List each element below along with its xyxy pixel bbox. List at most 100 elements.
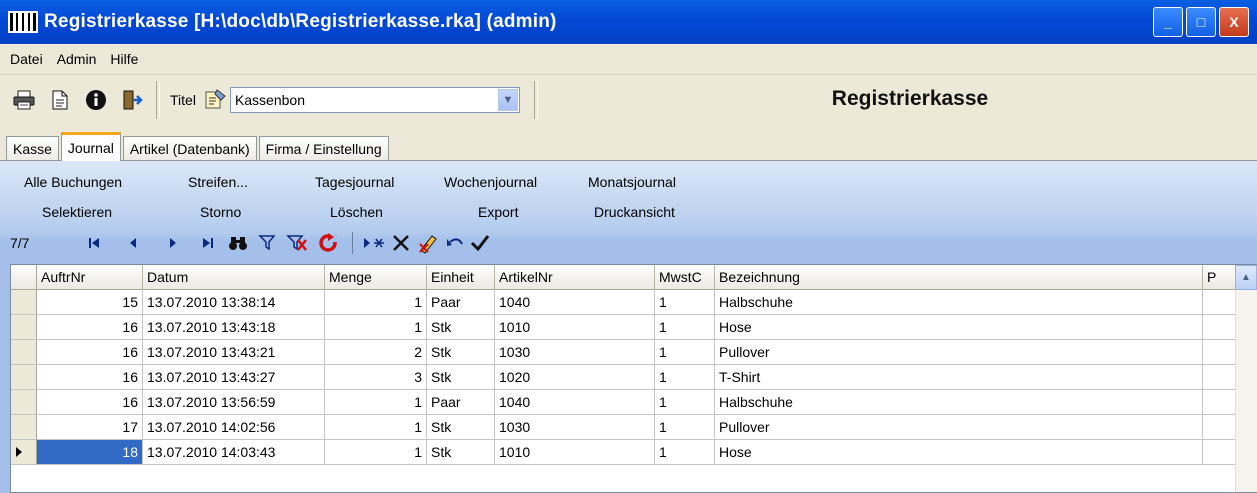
cell-menge[interactable]: 1	[325, 315, 427, 340]
cell-auftrnr[interactable]: 17	[37, 415, 143, 440]
minimize-button[interactable]: _	[1153, 7, 1183, 37]
cmd-tagesjournal[interactable]: Tagesjournal	[315, 174, 394, 190]
info-icon[interactable]	[84, 88, 108, 112]
close-button[interactable]: X	[1219, 7, 1249, 37]
vertical-scrollbar[interactable]	[1235, 290, 1257, 492]
menu-datei[interactable]: Datei	[0, 51, 50, 67]
filter-clear-icon[interactable]	[286, 233, 308, 253]
col-auftrnr[interactable]: AuftrNr	[37, 265, 143, 290]
cell-auftrnr[interactable]: 16	[37, 340, 143, 365]
cell-menge[interactable]: 2	[325, 340, 427, 365]
col-artikelnr[interactable]: ArtikelNr	[495, 265, 655, 290]
cell-mwstc[interactable]: 1	[655, 315, 715, 340]
cell-datum[interactable]: 13.07.2010 13:56:59	[143, 390, 325, 415]
cmd-export[interactable]: Export	[478, 204, 518, 220]
menu-admin[interactable]: Admin	[50, 51, 104, 67]
cell-menge[interactable]: 1	[325, 290, 427, 315]
delete-record-icon[interactable]	[392, 233, 410, 253]
row-selector[interactable]	[11, 340, 37, 365]
cell-einheit[interactable]: Paar	[427, 290, 495, 315]
col-bezeichnung[interactable]: Bezeichnung	[715, 265, 1203, 290]
cell-menge[interactable]: 1	[325, 415, 427, 440]
row-selector[interactable]	[11, 440, 37, 465]
row-selector[interactable]	[11, 390, 37, 415]
cell-datum[interactable]: 13.07.2010 13:43:27	[143, 365, 325, 390]
cmd-alle-buchungen[interactable]: Alle Buchungen	[24, 174, 122, 190]
row-selector[interactable]	[11, 365, 37, 390]
filter-icon[interactable]	[258, 233, 278, 253]
cell-datum[interactable]: 13.07.2010 13:38:14	[143, 290, 325, 315]
cell-menge[interactable]: 3	[325, 365, 427, 390]
cell-bezeichnung[interactable]: Halbschuhe	[715, 290, 1203, 315]
maximize-button[interactable]: □	[1186, 7, 1216, 37]
row-selector[interactable]	[11, 290, 37, 315]
exit-icon[interactable]	[120, 88, 144, 112]
tab-artikel[interactable]: Artikel (Datenbank)	[122, 136, 257, 160]
next-record-icon[interactable]	[168, 233, 178, 253]
table-row[interactable]: 18 13.07.2010 14:03:43 1 Stk 1010 1 Hose	[11, 440, 1257, 465]
binoculars-icon[interactable]	[228, 233, 248, 253]
cell-bezeichnung[interactable]: Pullover	[715, 340, 1203, 365]
cell-auftrnr[interactable]: 15	[37, 290, 143, 315]
journal-grid[interactable]: AuftrNr Datum Menge Einheit ArtikelNr Mw…	[10, 264, 1257, 493]
cell-mwstc[interactable]: 1	[655, 290, 715, 315]
cmd-storno[interactable]: Storno	[200, 204, 241, 220]
edit-record-icon[interactable]	[418, 233, 440, 254]
insert-record-icon[interactable]	[362, 233, 384, 253]
cell-auftrnr[interactable]: 16	[37, 365, 143, 390]
table-row[interactable]: 15 13.07.2010 13:38:14 1 Paar 1040 1 Halbschuh…	[11, 290, 1257, 315]
cell-mwstc[interactable]: 1	[655, 440, 715, 465]
cell-auftrnr[interactable]: 18	[37, 440, 143, 465]
cell-bezeichnung[interactable]: Halbschuhe	[715, 390, 1203, 415]
refresh-icon[interactable]	[318, 233, 338, 253]
tab-firma[interactable]: Firma / Einstellung	[258, 136, 389, 160]
cell-einheit[interactable]: Stk	[427, 365, 495, 390]
cell-einheit[interactable]: Stk	[427, 315, 495, 340]
cmd-streifen[interactable]: Streifen...	[188, 174, 248, 190]
scroll-up-button[interactable]: ▲	[1235, 265, 1257, 290]
cell-auftrnr[interactable]: 16	[37, 315, 143, 340]
table-row[interactable]: 16 13.07.2010 13:56:59 1 Paar 1040 1 Halbschuh…	[11, 390, 1257, 415]
first-record-icon[interactable]	[88, 233, 100, 253]
cell-einheit[interactable]: Stk	[427, 415, 495, 440]
cell-mwstc[interactable]: 1	[655, 390, 715, 415]
cell-bezeichnung[interactable]: Pullover	[715, 415, 1203, 440]
last-record-icon[interactable]	[202, 233, 214, 253]
cmd-monatsjournal[interactable]: Monatsjournal	[588, 174, 676, 190]
post-record-icon[interactable]	[470, 233, 490, 253]
table-row[interactable]: 16 13.07.2010 13:43:21 2 Stk 1030 1 Pullover	[11, 340, 1257, 365]
cell-artikelnr[interactable]: 1030	[495, 415, 655, 440]
row-selector[interactable]	[11, 415, 37, 440]
tab-kasse[interactable]: Kasse	[6, 136, 59, 160]
cmd-druckansicht[interactable]: Druckansicht	[594, 204, 675, 220]
col-datum[interactable]: Datum	[143, 265, 325, 290]
table-row[interactable]: 16 13.07.2010 13:43:18 1 Stk 1010 1 Hose	[11, 315, 1257, 340]
chevron-down-icon[interactable]: ▼	[497, 89, 518, 111]
cell-artikelnr[interactable]: 1040	[495, 290, 655, 315]
cell-bezeichnung[interactable]: Hose	[715, 315, 1203, 340]
cell-datum[interactable]: 13.07.2010 14:02:56	[143, 415, 325, 440]
undo-icon[interactable]	[446, 233, 464, 253]
col-mwstc[interactable]: MwstC	[655, 265, 715, 290]
printer-icon[interactable]	[12, 88, 36, 112]
prior-record-icon[interactable]	[128, 233, 138, 253]
cell-artikelnr[interactable]: 1010	[495, 440, 655, 465]
cell-menge[interactable]: 1	[325, 390, 427, 415]
cell-mwstc[interactable]: 1	[655, 415, 715, 440]
cell-artikelnr[interactable]: 1040	[495, 390, 655, 415]
cell-mwstc[interactable]: 1	[655, 365, 715, 390]
cell-menge[interactable]: 1	[325, 440, 427, 465]
tab-journal[interactable]: Journal	[60, 132, 121, 161]
cell-artikelnr[interactable]: 1030	[495, 340, 655, 365]
table-row[interactable]: 16 13.07.2010 13:43:27 3 Stk 1020 1 T-Shirt	[11, 365, 1257, 390]
row-selector[interactable]	[11, 315, 37, 340]
col-menge[interactable]: Menge	[325, 265, 427, 290]
cell-datum[interactable]: 13.07.2010 13:43:21	[143, 340, 325, 365]
cmd-wochenjournal[interactable]: Wochenjournal	[444, 174, 537, 190]
cmd-selektieren[interactable]: Selektieren	[42, 204, 112, 220]
cell-bezeichnung[interactable]: Hose	[715, 440, 1203, 465]
cell-artikelnr[interactable]: 1010	[495, 315, 655, 340]
cmd-loeschen[interactable]: Löschen	[330, 204, 383, 220]
titel-combobox[interactable]: Kassenbon ▼	[229, 87, 520, 113]
cell-mwstc[interactable]: 1	[655, 340, 715, 365]
